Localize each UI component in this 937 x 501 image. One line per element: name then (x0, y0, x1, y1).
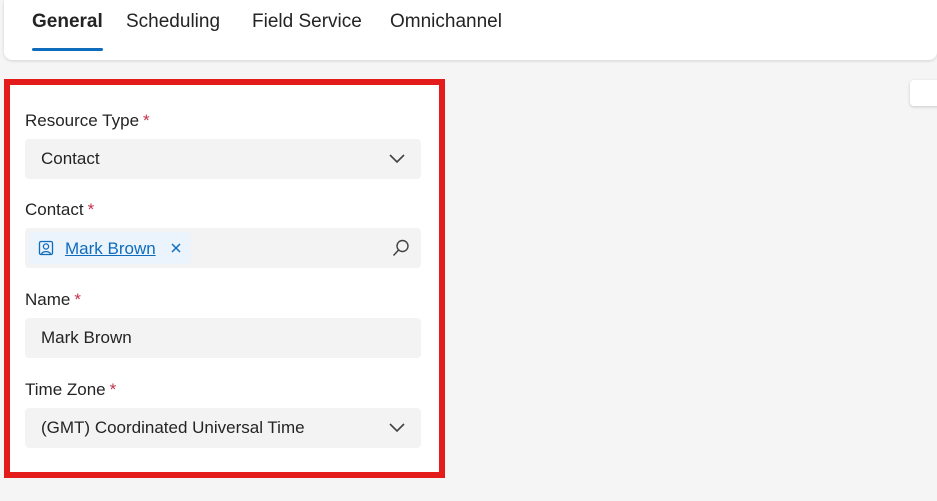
side-panel-card (910, 80, 937, 106)
tab-scheduling-label: Scheduling (126, 11, 221, 32)
close-icon[interactable] (169, 241, 183, 255)
name-label: Name * (25, 290, 81, 310)
contact-lookup-tag: Mark Brown (29, 232, 191, 264)
search-icon[interactable] (391, 238, 411, 258)
active-tab-indicator (32, 48, 103, 51)
tab-omnichannel[interactable]: Omnichannel (390, 0, 502, 56)
tab-omnichannel-label: Omnichannel (390, 11, 502, 32)
required-marker: * (87, 200, 95, 219)
contact-label-text: Contact (25, 200, 84, 219)
tab-general[interactable]: General (32, 0, 103, 56)
resource-type-label: Resource Type * (25, 111, 150, 131)
time-zone-label: Time Zone * (25, 380, 116, 400)
resource-type-label-text: Resource Type (25, 111, 140, 130)
tab-field-service-label: Field Service (252, 11, 362, 32)
resource-type-value: Contact (41, 149, 100, 168)
contact-label: Contact * (25, 200, 94, 220)
tab-field-service[interactable]: Field Service (252, 0, 362, 56)
time-zone-label-text: Time Zone (25, 380, 106, 399)
required-marker: * (109, 380, 117, 399)
required-marker: * (143, 111, 150, 130)
required-marker: * (74, 290, 81, 309)
resource-type-select[interactable]: Contact (25, 139, 421, 179)
contact-lookup-field[interactable]: Mark Brown (25, 228, 421, 268)
name-label-text: Name (25, 290, 71, 309)
contact-person-icon (38, 240, 54, 256)
tab-scheduling[interactable]: Scheduling (126, 0, 220, 56)
contact-link[interactable]: Mark Brown (65, 232, 156, 265)
tab-bar: General Scheduling Field Service Omnicha… (4, 0, 937, 60)
name-input[interactable]: Mark Brown (25, 318, 421, 358)
time-zone-select[interactable]: (GMT) Coordinated Universal Time (25, 408, 421, 448)
time-zone-value: (GMT) Coordinated Universal Time (41, 418, 305, 437)
chevron-down-icon (389, 154, 405, 164)
tab-general-label: General (32, 11, 103, 32)
general-form-section: Resource Type * Contact Contact * Mark Bro… (4, 79, 445, 478)
name-value: Mark Brown (41, 328, 132, 347)
chevron-down-icon (389, 423, 405, 433)
